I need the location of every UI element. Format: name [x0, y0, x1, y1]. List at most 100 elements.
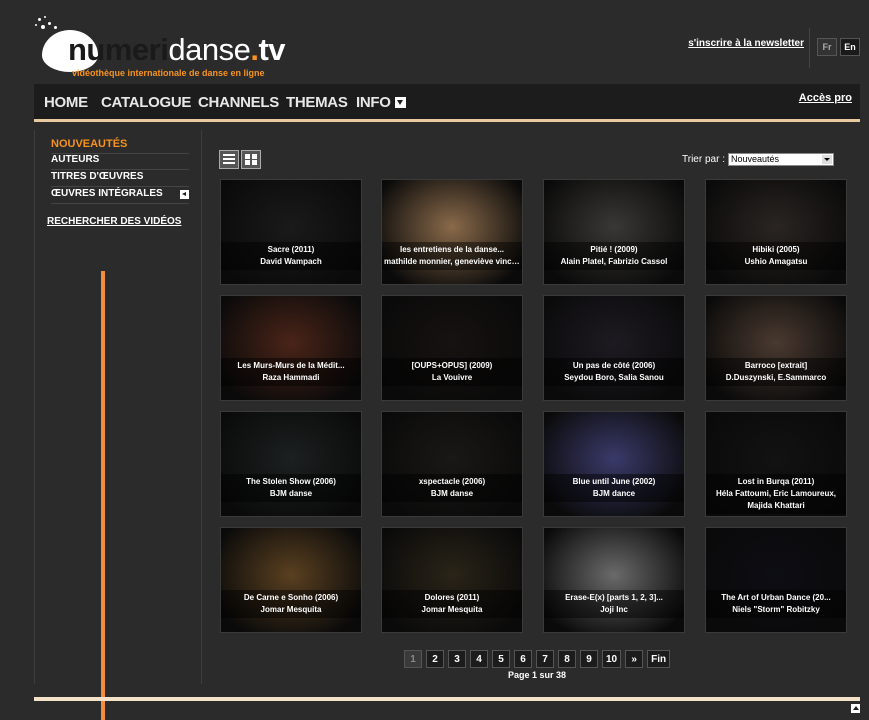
sidebar-item-oeuvres-integrales[interactable]: ŒUVRES INTÉGRALES — [51, 188, 189, 204]
video-grid: Sacre (2011) David Wampach les entretiens … — [220, 179, 848, 635]
video-card[interactable]: De Carne e Sonho (2006) Jomar Mesquita — [220, 527, 362, 633]
video-title: The Stolen Show (2006) — [246, 477, 336, 486]
video-title: Pitié ! (2009) — [590, 245, 638, 254]
sort-select[interactable]: Nouveautés — [727, 153, 834, 166]
sort-selected-value: Nouveautés — [730, 154, 780, 164]
sidebar-item-auteurs[interactable]: AUTEURS — [51, 154, 189, 170]
collapse-icon[interactable] — [180, 190, 189, 199]
page-button[interactable]: 8 — [558, 650, 576, 668]
page-button[interactable]: 2 — [426, 650, 444, 668]
page-button[interactable]: 6 — [514, 650, 532, 668]
page-button[interactable]: 10 — [602, 650, 622, 668]
video-author: Joji Inc — [600, 605, 628, 614]
next-page-button[interactable]: » — [625, 650, 644, 668]
search-videos-link[interactable]: RECHERCHER DES VIDÉOS — [47, 216, 181, 227]
video-caption: Blue until June (2002) BJM dance — [544, 474, 684, 502]
video-caption: Hibiki (2005) Ushio Amagatsu — [706, 242, 846, 270]
video-caption: The Art of Urban Dance (20... Niels "Stor… — [706, 590, 846, 618]
page-button[interactable]: 9 — [580, 650, 598, 668]
dropdown-icon — [394, 96, 406, 108]
video-author: D.Duszynski, E.Sammarco — [725, 373, 827, 382]
video-title: Erase-E(x) [parts 1, 2, 3]... — [565, 593, 663, 602]
newsletter-link[interactable]: s'inscrire à la newsletter — [688, 38, 804, 49]
logo-tagline: vidéothèque internationale de danse en l… — [72, 68, 265, 78]
video-title: Hibiki (2005) — [752, 245, 800, 254]
video-title: Un pas de côté (2006) — [572, 361, 656, 370]
nav-home[interactable]: HOME — [44, 94, 88, 111]
video-card[interactable]: Pitié ! (2009) Alain Platel, Fabrizio Cas… — [543, 179, 685, 285]
video-author: La Vouivre — [431, 373, 473, 382]
scroll-top-icon[interactable] — [851, 704, 860, 713]
video-title: [OUPS+OPUS] (2009) — [411, 361, 493, 370]
video-card[interactable]: Sacre (2011) David Wampach — [220, 179, 362, 285]
video-card[interactable]: Erase-E(x) [parts 1, 2, 3]... Joji Inc — [543, 527, 685, 633]
nav-themas[interactable]: THEMAS — [286, 94, 348, 111]
nav-info[interactable]: INFO — [356, 94, 406, 111]
sidebar-item-nouveautes[interactable]: NOUVEAUTÉS — [51, 138, 189, 154]
chevron-down-icon — [821, 155, 832, 164]
video-card[interactable]: xspectacle (2006) BJM danse — [381, 411, 523, 517]
orange-guide-line — [101, 271, 105, 720]
video-caption: Un pas de côté (2006) Seydou Boro, Salia … — [544, 358, 684, 386]
lang-divider — [809, 28, 810, 68]
last-page-button[interactable]: Fin — [647, 650, 671, 668]
video-title: les entretiens de la danse... — [399, 245, 505, 254]
video-caption: Pitié ! (2009) Alain Platel, Fabrizio Cas… — [544, 242, 684, 270]
nav-info-label: INFO — [356, 94, 391, 111]
sidebar-item-label: ŒUVRES INTÉGRALES — [51, 188, 163, 199]
nav-catalogue[interactable]: CATALOGUE — [101, 94, 191, 111]
video-title: xspectacle (2006) — [418, 477, 486, 486]
sidebar-item-titres[interactable]: TITRES D'ŒUVRES — [51, 171, 189, 187]
list-view-icon[interactable] — [219, 150, 239, 169]
video-title: Les Murs-Murs de la Médit... — [237, 361, 345, 370]
video-title: Lost in Burqa (2011) — [737, 477, 815, 486]
video-title: Blue until June (2002) — [572, 477, 656, 486]
video-author: Niels "Storm" Robitzky — [732, 605, 820, 614]
sort-control: Trier par : Nouveautés — [682, 153, 834, 166]
pagination: 1 2 3 4 5 6 7 8 9 10» Fin — [404, 650, 671, 668]
video-caption: De Carne e Sonho (2006) Jomar Mesquita — [221, 590, 361, 618]
video-author: David Wampach — [260, 257, 322, 266]
video-author: Héla Fattoumi, Eric Lamoureux, Majida Kh… — [715, 489, 837, 510]
sidebar: NOUVEAUTÉS AUTEURS TITRES D'ŒUVRES ŒUVRE… — [34, 130, 202, 684]
site-logo[interactable]: numeridanse.tv vidéothèque international… — [34, 16, 286, 82]
acces-pro-link[interactable]: Accès pro — [799, 92, 852, 104]
video-author: Ushio Amagatsu — [744, 257, 808, 266]
video-card[interactable]: Lost in Burqa (2011) Héla Fattoumi, Eric … — [705, 411, 847, 517]
video-caption: Lost in Burqa (2011) Héla Fattoumi, Eric … — [706, 474, 846, 514]
video-card[interactable]: Les Murs-Murs de la Médit... Raza Hammadi — [220, 295, 362, 401]
video-caption: [OUPS+OPUS] (2009) La Vouivre — [382, 358, 522, 386]
video-card[interactable]: les entretiens de la danse... mathilde mo… — [381, 179, 523, 285]
video-card[interactable]: Barroco [extrait] D.Duszynski, E.Sammarco — [705, 295, 847, 401]
lang-en-button[interactable]: En — [840, 38, 860, 56]
video-caption: The Stolen Show (2006) BJM danse — [221, 474, 361, 502]
logo-wordmark: numeridanse.tv — [68, 32, 286, 67]
nav-channels[interactable]: CHANNELS — [198, 94, 279, 111]
page-button[interactable]: 5 — [492, 650, 510, 668]
page-button[interactable]: 4 — [470, 650, 488, 668]
grid-view-icon[interactable] — [241, 150, 261, 169]
video-card[interactable]: Un pas de côté (2006) Seydou Boro, Salia … — [543, 295, 685, 401]
video-author: Raza Hammadi — [262, 373, 320, 382]
video-card[interactable]: Blue until June (2002) BJM dance — [543, 411, 685, 517]
video-author: BJM dance — [592, 489, 636, 498]
video-card[interactable]: Hibiki (2005) Ushio Amagatsu — [705, 179, 847, 285]
video-card[interactable]: The Stolen Show (2006) BJM danse — [220, 411, 362, 517]
page-button[interactable]: 3 — [448, 650, 466, 668]
video-author: Alain Platel, Fabrizio Cassol — [560, 257, 668, 266]
page-button[interactable]: 7 — [536, 650, 554, 668]
video-author: BJM danse — [269, 489, 313, 498]
video-caption: xspectacle (2006) BJM danse — [382, 474, 522, 502]
video-card[interactable]: [OUPS+OPUS] (2009) La Vouivre — [381, 295, 523, 401]
video-card[interactable]: Dolores (2011) Jomar Mesquita — [381, 527, 523, 633]
video-caption: Sacre (2011) David Wampach — [221, 242, 361, 270]
lang-fr-button[interactable]: Fr — [817, 38, 837, 56]
page-info: Page 1 sur 38 — [508, 670, 567, 680]
video-card[interactable]: The Art of Urban Dance (20... Niels "Stor… — [705, 527, 847, 633]
video-title: De Carne e Sonho (2006) — [243, 593, 339, 602]
video-title: The Art of Urban Dance (20... — [721, 593, 831, 602]
main-nav: HOME CATALOGUE CHANNELS THEMAS INFO Accè… — [34, 84, 860, 122]
page-button[interactable]: 1 — [404, 650, 422, 668]
video-caption: Barroco [extrait] D.Duszynski, E.Sammarco — [706, 358, 846, 386]
video-author: Jomar Mesquita — [421, 605, 483, 614]
